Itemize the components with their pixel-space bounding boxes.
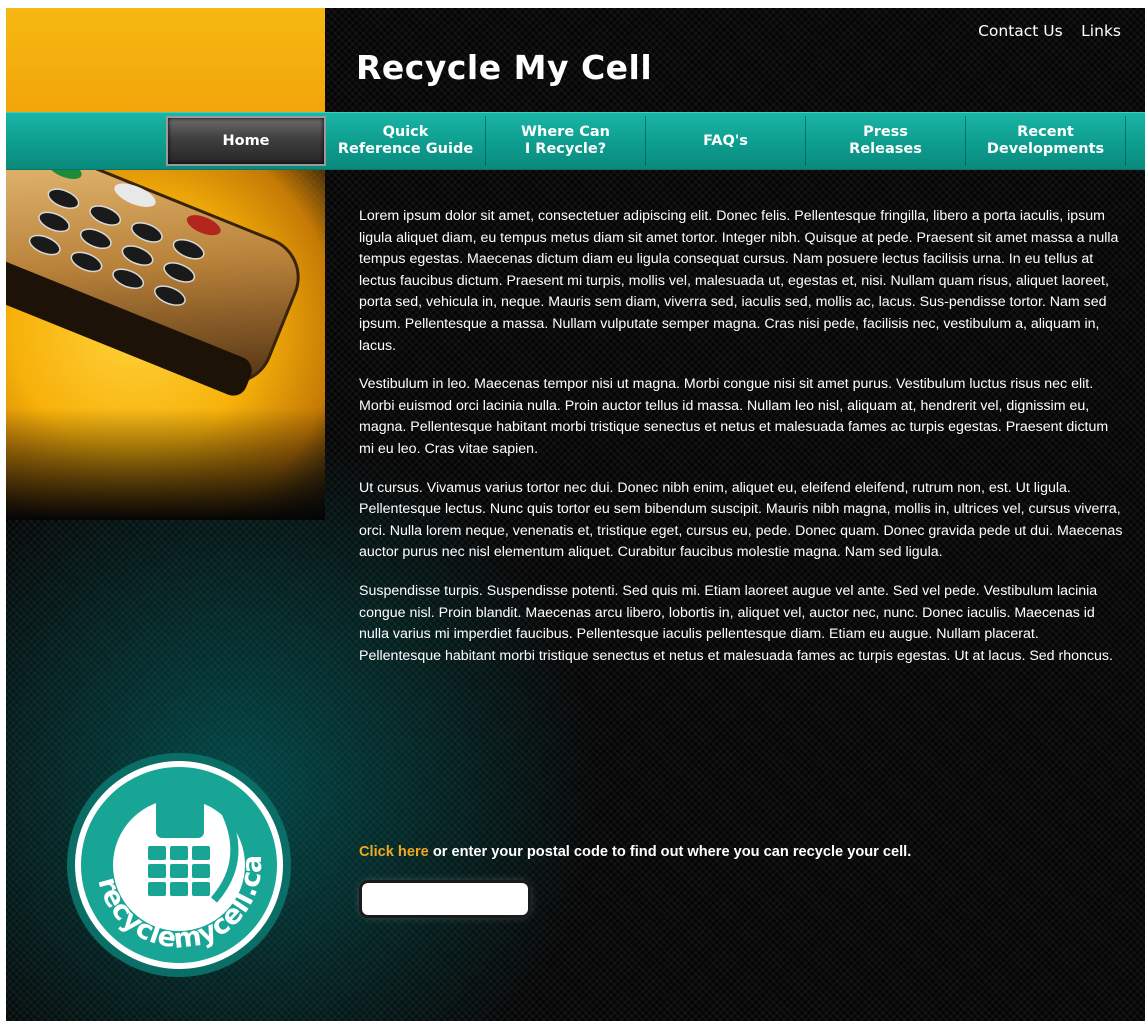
nav-quick-reference-guide[interactable]: Quick Reference Guide: [326, 116, 486, 166]
main-content: Lorem ipsum dolor sit amet, consectetuer…: [359, 206, 1124, 684]
body-paragraph: Ut cursus. Vivamus varius tortor nec dui…: [359, 479, 1123, 561]
body-paragraph: Vestibulum in leo. Maecenas tempor nisi …: [359, 376, 1109, 457]
page-frame: Recycle My Cell Contact Us Links Home Qu…: [6, 8, 1145, 1021]
click-here-link[interactable]: Click here: [359, 844, 429, 860]
recycle-seal-logo: recyclemycell.ca: [67, 753, 291, 977]
nav-where-can-i-recycle[interactable]: Where Can I Recycle?: [486, 116, 646, 166]
postal-code-prompt: Click here or enter your postal code to …: [359, 844, 911, 860]
nav-press-releases[interactable]: Press Releases: [806, 116, 966, 166]
postal-code-prompt-text: or enter your postal code to find out wh…: [428, 844, 912, 860]
body-paragraph: Suspendisse turpis. Suspendisse potenti.…: [359, 582, 1113, 664]
links-link[interactable]: Links: [1081, 22, 1121, 40]
top-links: Contact Us Links: [964, 22, 1121, 41]
body-paragraph: Lorem ipsum dolor sit amet, consectetuer…: [359, 208, 1119, 354]
contact-us-link[interactable]: Contact Us: [978, 22, 1063, 40]
nav-faqs[interactable]: FAQ's: [646, 116, 806, 166]
site-title: Recycle My Cell: [356, 48, 653, 87]
header-orange-block: [6, 8, 325, 112]
nav-recent-developments[interactable]: Recent Developments: [966, 116, 1126, 166]
main-nav: Home Quick Reference Guide Where Can I R…: [6, 112, 1145, 170]
phone-fade: [6, 408, 325, 520]
postal-code-input[interactable]: [362, 883, 528, 915]
nav-home[interactable]: Home: [166, 116, 326, 166]
